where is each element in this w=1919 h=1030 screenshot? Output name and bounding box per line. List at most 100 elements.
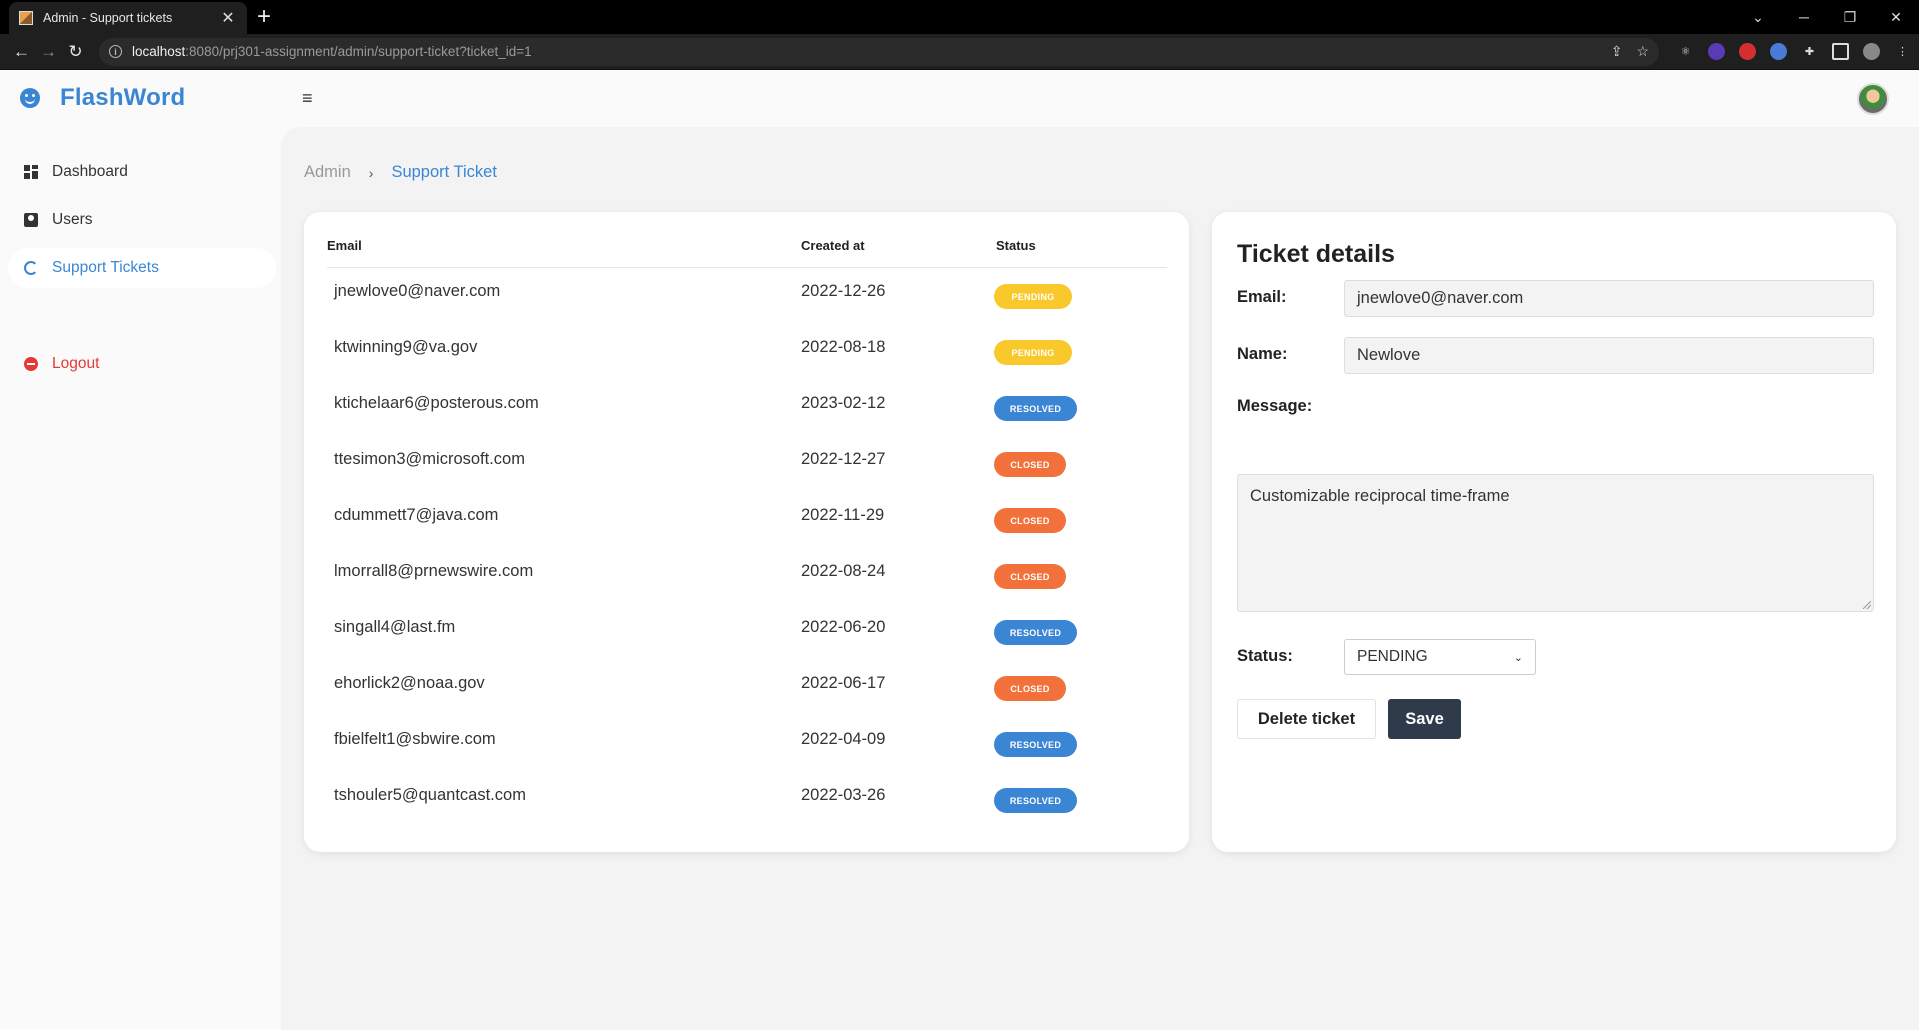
table-row[interactable]: ehorlick2@noaa.gov 2022-06-17 CLOSED (304, 660, 1189, 716)
url-host: localhost (132, 44, 186, 59)
status-badge: CLOSED (994, 508, 1066, 533)
puzzle-icon[interactable]: ✚ (1801, 43, 1818, 60)
cell-created-at: 2022-08-18 (801, 338, 886, 356)
hamburger-menu-icon[interactable]: ≡ (302, 88, 313, 109)
cell-created-at: 2022-08-24 (801, 562, 886, 580)
status-badge: RESOLVED (994, 732, 1077, 757)
brand-name: FlashWord (60, 84, 186, 111)
cell-created-at: 2022-11-29 (801, 506, 885, 524)
status-badge: PENDING (994, 340, 1072, 365)
details-title: Ticket details (1237, 240, 1395, 268)
status-badge: CLOSED (994, 564, 1066, 589)
status-select-value: PENDING (1357, 648, 1428, 665)
save-button[interactable]: Save (1388, 699, 1461, 739)
adblock-icon[interactable] (1739, 43, 1756, 60)
cell-email: lmorrall8@prnewswire.com (334, 562, 534, 580)
cell-created-at: 2022-06-17 (801, 674, 886, 692)
table-row[interactable]: lmorrall8@prnewswire.com 2022-08-24 CLOSED (304, 548, 1189, 604)
email-field[interactable]: jnewlove0@naver.com (1344, 280, 1874, 317)
restore-icon[interactable]: ❐ (1827, 9, 1873, 26)
table-row[interactable]: singall4@last.fm 2022-06-20 RESOLVED (304, 604, 1189, 660)
email-field-value: jnewlove0@naver.com (1357, 289, 1524, 307)
sidebar: Dashboard Users Support Tickets Logout (0, 127, 280, 1030)
tickets-table: Email Created at Status jnewlove0@naver.… (304, 212, 1189, 852)
profile-icon[interactable] (1863, 43, 1880, 60)
cell-created-at: 2022-03-26 (801, 786, 886, 804)
logo[interactable]: FlashWord (20, 84, 185, 112)
cell-created-at: 2023-02-12 (801, 394, 886, 412)
share-icon[interactable]: ⇪ (1611, 43, 1623, 60)
table-row[interactable]: fbielfelt1@sbwire.com 2022-04-09 RESOLVED (304, 716, 1189, 772)
table-row[interactable]: jnewlove0@naver.com 2022-12-26 PENDING (304, 268, 1189, 324)
back-icon[interactable]: ← (8, 42, 35, 62)
cell-email: ktwinning9@va.gov (334, 338, 478, 356)
browser-tab[interactable]: Admin - Support tickets ✕ (9, 2, 247, 34)
users-icon (24, 213, 38, 227)
message-textarea[interactable]: Customizable reciprocal time-frame (1237, 474, 1874, 612)
resize-handle-icon[interactable] (1863, 601, 1871, 609)
ticket-details-panel: Ticket details Email: jnewlove0@naver.co… (1212, 212, 1896, 852)
cell-email: fbielfelt1@sbwire.com (334, 730, 496, 748)
topbar: FlashWord ≡ (0, 70, 1919, 127)
table-row[interactable]: ttesimon3@microsoft.com 2022-12-27 CLOSED (304, 436, 1189, 492)
breadcrumb-admin-link[interactable]: Admin (304, 163, 351, 182)
sidepanel-icon[interactable] (1832, 43, 1849, 60)
name-field[interactable]: Newlove (1344, 337, 1874, 374)
cell-email: jnewlove0@naver.com (334, 282, 501, 300)
cell-email: cdummett7@java.com (334, 506, 499, 524)
table-row[interactable]: cdummett7@java.com 2022-11-29 CLOSED (304, 492, 1189, 548)
main-content: Admin › Support Ticket Email Created at … (281, 127, 1919, 1030)
avatar[interactable] (1857, 83, 1889, 115)
url-path: :8080/prj301-assignment/admin/support-ti… (185, 44, 532, 59)
message-label: Message: (1237, 397, 1313, 415)
bookmark-star-icon[interactable]: ☆ (1636, 43, 1649, 60)
email-label: Email: (1237, 288, 1287, 306)
react-devtools-icon[interactable]: ⚛ (1677, 43, 1694, 60)
cell-created-at: 2022-06-20 (801, 618, 886, 636)
table-row[interactable]: ktwinning9@va.gov 2022-08-18 PENDING (304, 324, 1189, 380)
sidebar-item-label: Users (52, 211, 93, 228)
app: FlashWord ≡ Dashboard Users Support Tick… (0, 70, 1919, 1030)
menu-dots-icon[interactable]: ⋮ (1894, 43, 1911, 60)
status-badge: RESOLVED (994, 788, 1077, 813)
table-row[interactable]: tshouler5@quantcast.com 2022-03-26 RESOLVE… (304, 772, 1189, 828)
name-field-value: Newlove (1357, 346, 1421, 364)
site-info-icon[interactable]: i (109, 45, 122, 58)
tab-search-icon[interactable]: ⌄ (1735, 9, 1781, 26)
status-select[interactable]: PENDING ⌄ (1344, 639, 1536, 675)
sidebar-item-support-tickets[interactable]: Support Tickets (8, 248, 276, 288)
reload-icon[interactable]: ↻ (62, 42, 89, 62)
window-close-icon[interactable]: ✕ (1873, 9, 1919, 26)
sidebar-item-dashboard[interactable]: Dashboard (8, 152, 276, 192)
search-extension-icon[interactable] (1770, 43, 1787, 60)
cell-email: singall4@last.fm (334, 618, 456, 636)
delete-ticket-button[interactable]: Delete ticket (1237, 699, 1376, 739)
column-header-created: Created at (801, 238, 865, 253)
close-tab-icon[interactable]: ✕ (219, 8, 237, 28)
cell-created-at: 2022-12-26 (801, 282, 886, 300)
sidebar-item-label: Logout (52, 355, 100, 372)
forward-icon[interactable]: → (35, 42, 62, 62)
extension-icon[interactable] (1708, 43, 1725, 60)
minimize-icon[interactable]: ─ (1781, 9, 1827, 25)
new-tab-icon[interactable]: + (257, 3, 271, 31)
url-input[interactable]: i localhost:8080/prj301-assignment/admin… (99, 37, 1659, 66)
logout-icon (24, 357, 38, 371)
sidebar-item-label: Support Tickets (52, 259, 159, 276)
cell-email: ttesimon3@microsoft.com (334, 450, 525, 468)
favicon-icon (19, 11, 33, 25)
status-label: Status: (1237, 647, 1293, 665)
smiley-logo-icon (20, 88, 40, 108)
breadcrumb-current: Support Ticket (391, 163, 497, 181)
chevron-right-icon: › (368, 164, 374, 181)
window-controls: ⌄ ─ ❐ ✕ (1735, 0, 1919, 34)
sidebar-item-logout[interactable]: Logout (8, 344, 276, 384)
column-header-status: Status (996, 238, 1036, 253)
column-header-email: Email (327, 238, 362, 253)
table-row[interactable]: ktichelaar6@posterous.com 2023-02-12 RESOL… (304, 380, 1189, 436)
name-label: Name: (1237, 345, 1288, 363)
breadcrumb: Admin › Support Ticket (304, 163, 497, 182)
cell-email: ehorlick2@noaa.gov (334, 674, 485, 692)
cell-email: ktichelaar6@posterous.com (334, 394, 539, 412)
sidebar-item-users[interactable]: Users (8, 200, 276, 240)
